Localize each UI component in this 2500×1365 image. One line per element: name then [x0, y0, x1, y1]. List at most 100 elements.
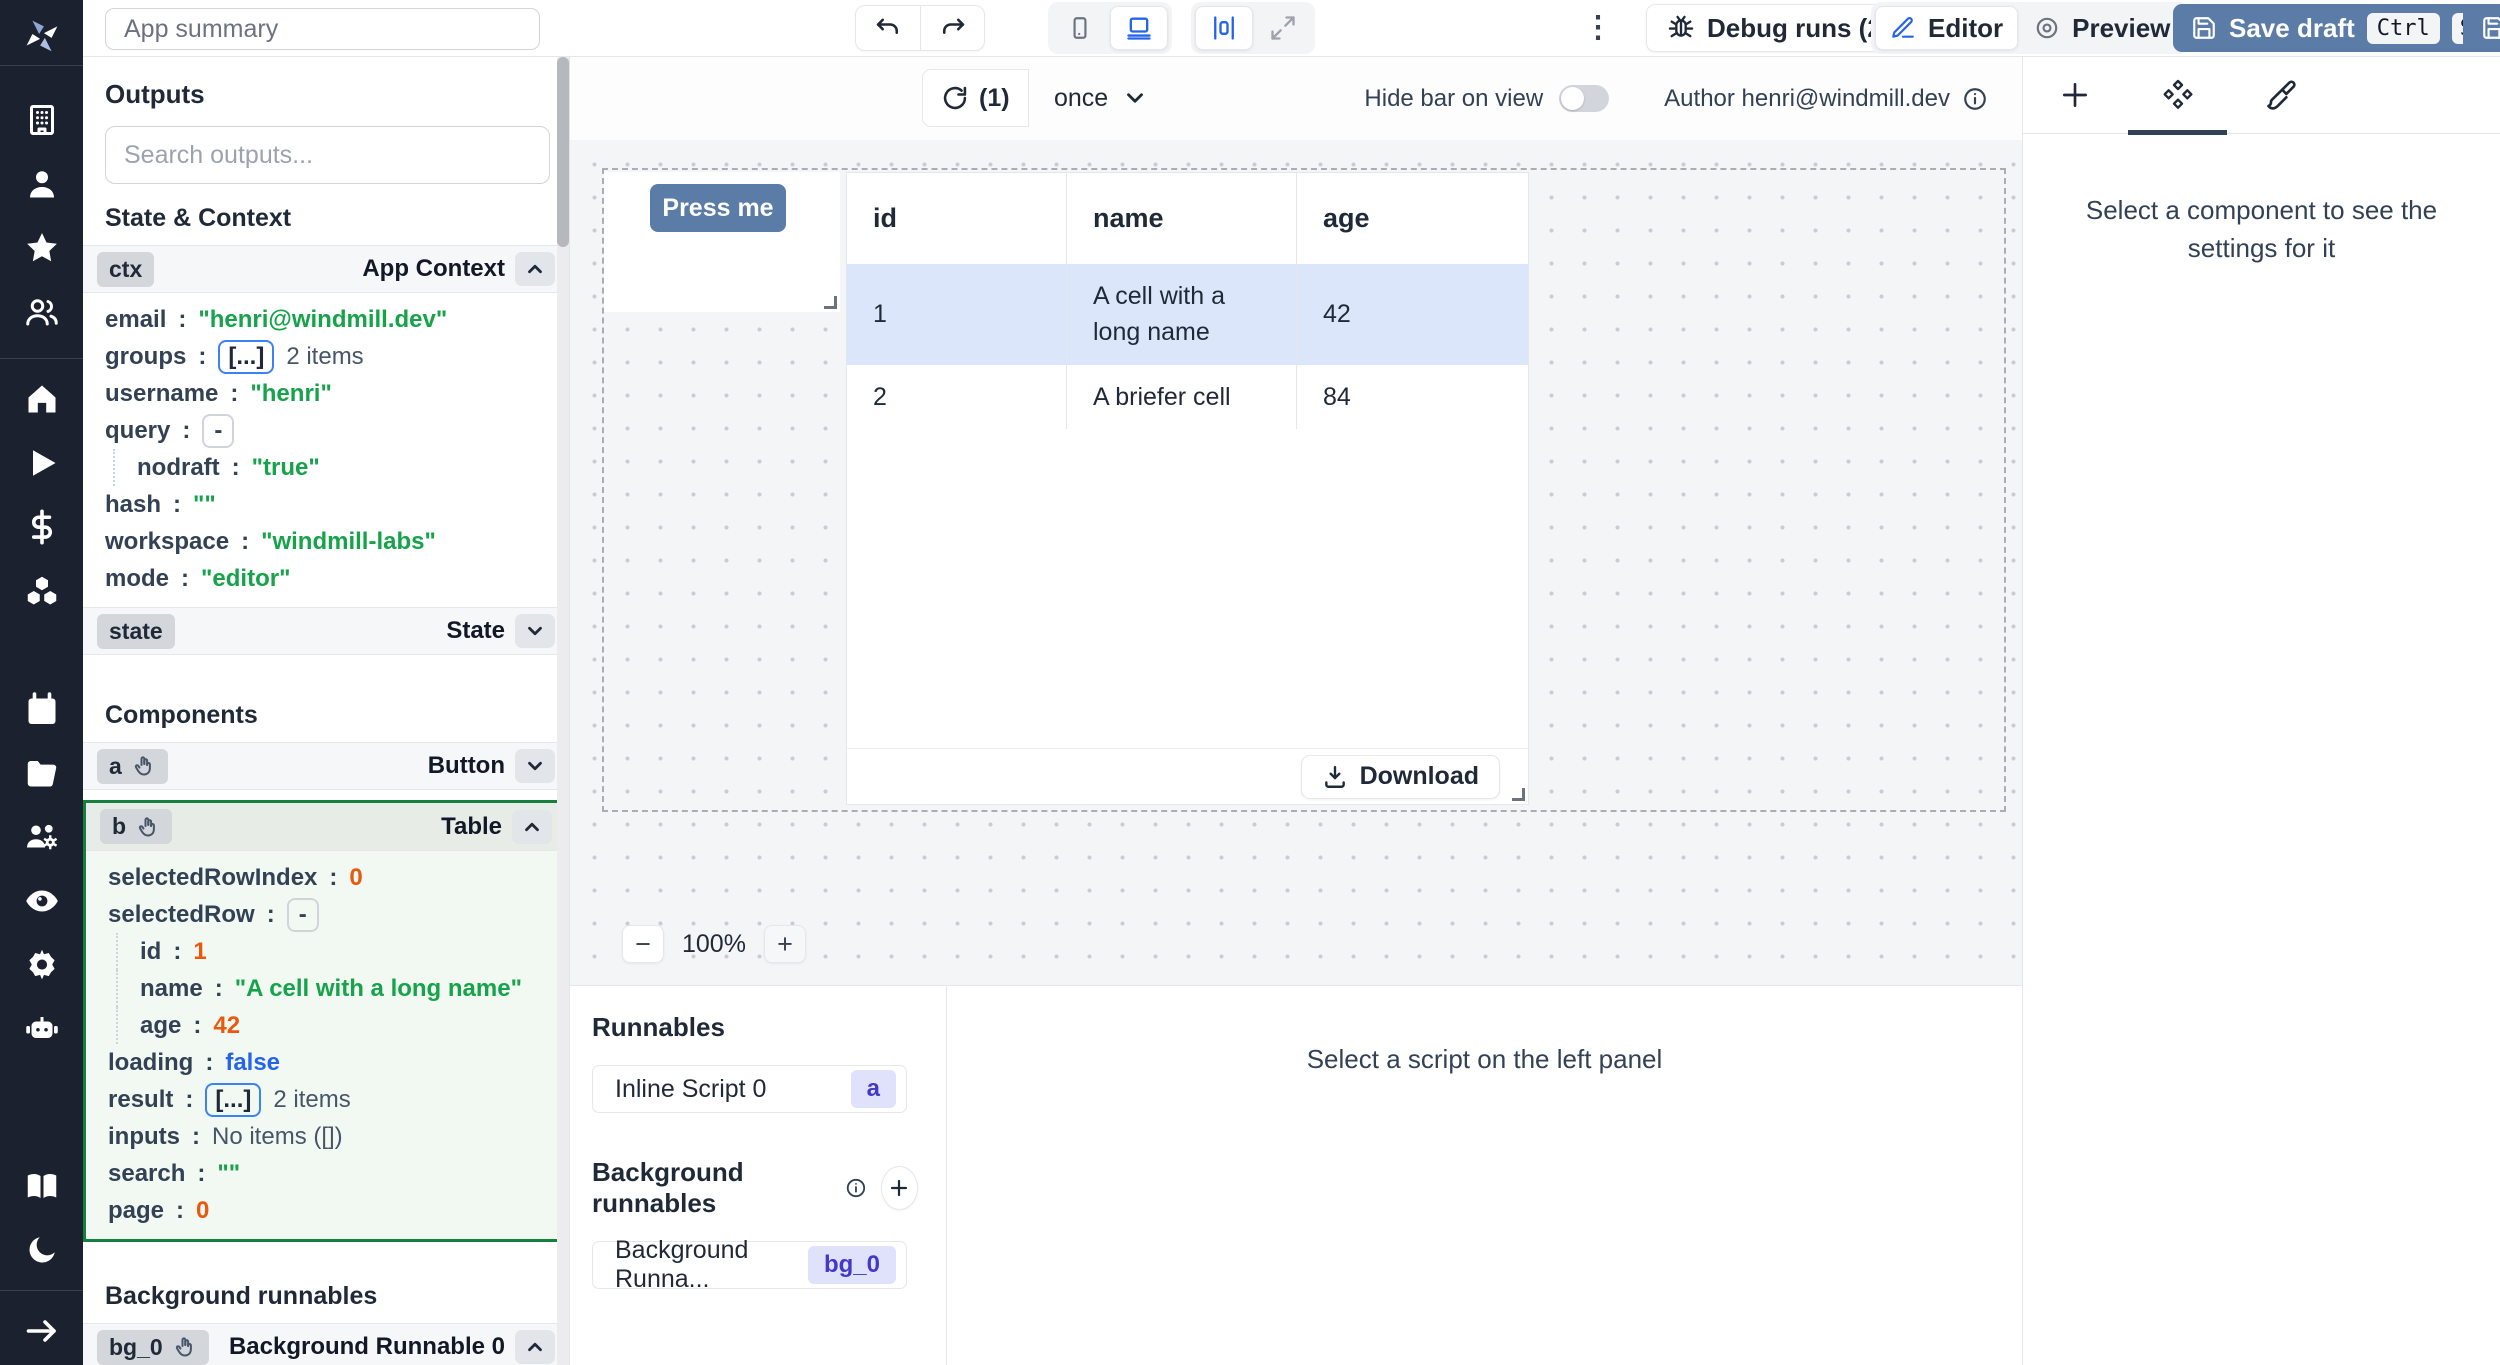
chevron-up-icon[interactable] [512, 810, 552, 844]
outputs-scrollbar-thumb[interactable] [557, 57, 569, 247]
tab-theme-brush[interactable] [2229, 57, 2332, 133]
table-cell[interactable]: 84 [1297, 365, 1528, 429]
table-cell[interactable]: 1 [847, 264, 1066, 365]
press-me-button[interactable]: Press me [650, 184, 786, 232]
center-canvas-button[interactable] [1195, 6, 1253, 50]
components-diamonds-icon [2162, 79, 2194, 111]
resize-handle[interactable] [1512, 788, 1525, 801]
output-value[interactable]: - [202, 414, 234, 448]
canvas-align-group [1191, 2, 1315, 54]
chevron-up-icon[interactable] [515, 252, 555, 286]
output-key: email [105, 306, 166, 334]
bg-runnables-heading: Background runnables [592, 1157, 831, 1219]
table-cell[interactable]: 2 [847, 365, 1066, 429]
colon: : [205, 1049, 213, 1077]
tab-insert-component[interactable] [2023, 57, 2126, 133]
output-kv-row: page:0 [108, 1192, 544, 1229]
output-kv-row: email:"henri@windmill.dev" [105, 301, 547, 338]
runs-play-icon[interactable] [20, 441, 64, 485]
dark-mode-moon-icon[interactable] [20, 1228, 64, 1272]
author-label: Author henri@windmill.dev [1664, 85, 1950, 113]
info-icon[interactable] [845, 1175, 867, 1201]
settings-gear-icon[interactable] [20, 943, 64, 987]
table-cell[interactable]: 42 [1297, 264, 1528, 365]
background-runnable-item[interactable]: Background Runna... bg_0 [592, 1241, 907, 1289]
editor-tab[interactable]: Editor [1875, 6, 2018, 50]
editor-preview-group: Editor Preview [1871, 2, 2188, 54]
table-component-header[interactable]: b Table [86, 803, 566, 851]
output-kv-row: username:"henri" [105, 375, 547, 412]
colon: : [193, 1012, 201, 1040]
table-cell[interactable]: A cell with a long name [1066, 264, 1297, 365]
output-value: 42 [213, 1012, 240, 1040]
resources-cubes-icon[interactable] [20, 569, 64, 613]
recompute-policy-dropdown[interactable]: once [1038, 69, 1164, 127]
desktop-view-button[interactable] [1110, 6, 1168, 50]
search-outputs-input[interactable] [105, 126, 550, 184]
app-canvas[interactable]: Press me idnameage 1A cell with a long n… [570, 140, 2022, 985]
chevron-down-icon[interactable] [515, 749, 555, 783]
collapse-arrow-right-icon[interactable] [20, 1309, 64, 1353]
ctx-section-header[interactable]: ctx App Context [83, 245, 569, 293]
table-row[interactable]: 1A cell with a long name42 [847, 264, 1528, 365]
outputs-scrollbar[interactable] [557, 57, 569, 1365]
top-toolbar: ⋮ Debug runs (2) Editor Preview Save dra… [83, 0, 2500, 57]
tab-component-settings[interactable] [2126, 57, 2229, 133]
variables-dollar-icon[interactable] [20, 505, 64, 549]
save-draft-button[interactable]: Save draft CtrlS [2173, 4, 2499, 52]
left-icon-rail [0, 0, 83, 1365]
redo-button[interactable] [920, 6, 984, 50]
table-cell[interactable]: A briefer cell [1066, 365, 1297, 429]
windmill-logo-icon[interactable] [19, 12, 65, 63]
bg-runnable-label: Background Runnable 0 [229, 1333, 505, 1361]
groups-icon[interactable] [20, 290, 64, 334]
table-component-badge: b [100, 809, 172, 844]
output-value[interactable]: [...] [218, 340, 274, 374]
zoom-out-button[interactable]: − [622, 925, 664, 963]
button-component-header[interactable]: a Button [83, 742, 569, 790]
chevron-up-icon[interactable] [515, 1330, 555, 1364]
bg-runnable-header[interactable]: bg_0 Background Runnable 0 [83, 1323, 569, 1365]
button-component-card[interactable]: Press me [604, 172, 840, 312]
settings-tabs [2023, 57, 2500, 134]
select-script-message: Select a script on the left panel [1307, 1044, 1663, 1365]
hide-bar-toggle[interactable] [1559, 85, 1609, 112]
more-menu-button[interactable]: ⋮ [1583, 6, 1613, 50]
workers-users-gear-icon[interactable] [20, 815, 64, 859]
download-button[interactable]: Download [1301, 755, 1500, 799]
schedules-calendar-icon[interactable] [20, 687, 64, 731]
output-kv-row: workspace:"windmill-labs" [105, 523, 547, 560]
home-icon[interactable] [20, 377, 64, 421]
docs-book-icon[interactable] [20, 1164, 64, 1208]
table-row[interactable]: 2A briefer cell84 [847, 365, 1528, 429]
favorites-star-icon[interactable] [20, 226, 64, 270]
inline-script-item[interactable]: Inline Script 0 a [592, 1065, 907, 1113]
chevron-down-icon[interactable] [515, 614, 555, 648]
chevron-down-icon [1122, 85, 1148, 111]
deploy-button[interactable]: Deploy [2463, 4, 2500, 52]
add-background-runnable-button[interactable] [881, 1166, 918, 1210]
bg-runnable-badge: bg_0 [97, 1330, 209, 1365]
output-kv-row: hash:"" [105, 486, 547, 523]
preview-tab[interactable]: Preview [2020, 6, 2184, 50]
resize-handle[interactable] [824, 296, 837, 309]
fullscreen-expand-icon[interactable] [1255, 6, 1311, 50]
ai-robot-icon[interactable] [20, 1007, 64, 1051]
workspace-building-icon[interactable] [20, 98, 64, 142]
audit-eye-icon[interactable] [20, 879, 64, 923]
app-summary-input[interactable] [105, 8, 540, 50]
refresh-button[interactable]: (1) [922, 69, 1029, 127]
table-component-card[interactable]: idnameage 1A cell with a long name422A b… [846, 172, 1529, 805]
state-section-header[interactable]: state State [83, 607, 569, 655]
info-icon[interactable] [1962, 86, 1988, 112]
output-value[interactable]: [...] [205, 1083, 261, 1117]
zoom-in-button[interactable]: + [764, 925, 806, 963]
output-key: selectedRowIndex [108, 864, 317, 892]
output-kv-row: result:[...]2 items [108, 1081, 544, 1118]
folders-icon[interactable] [20, 751, 64, 795]
runnables-panel: Runnables Inline Script 0 a Background r… [570, 985, 2022, 1365]
output-value[interactable]: - [287, 898, 319, 932]
mobile-view-button[interactable] [1052, 6, 1108, 50]
user-icon[interactable] [20, 162, 64, 206]
undo-button[interactable] [856, 6, 920, 50]
